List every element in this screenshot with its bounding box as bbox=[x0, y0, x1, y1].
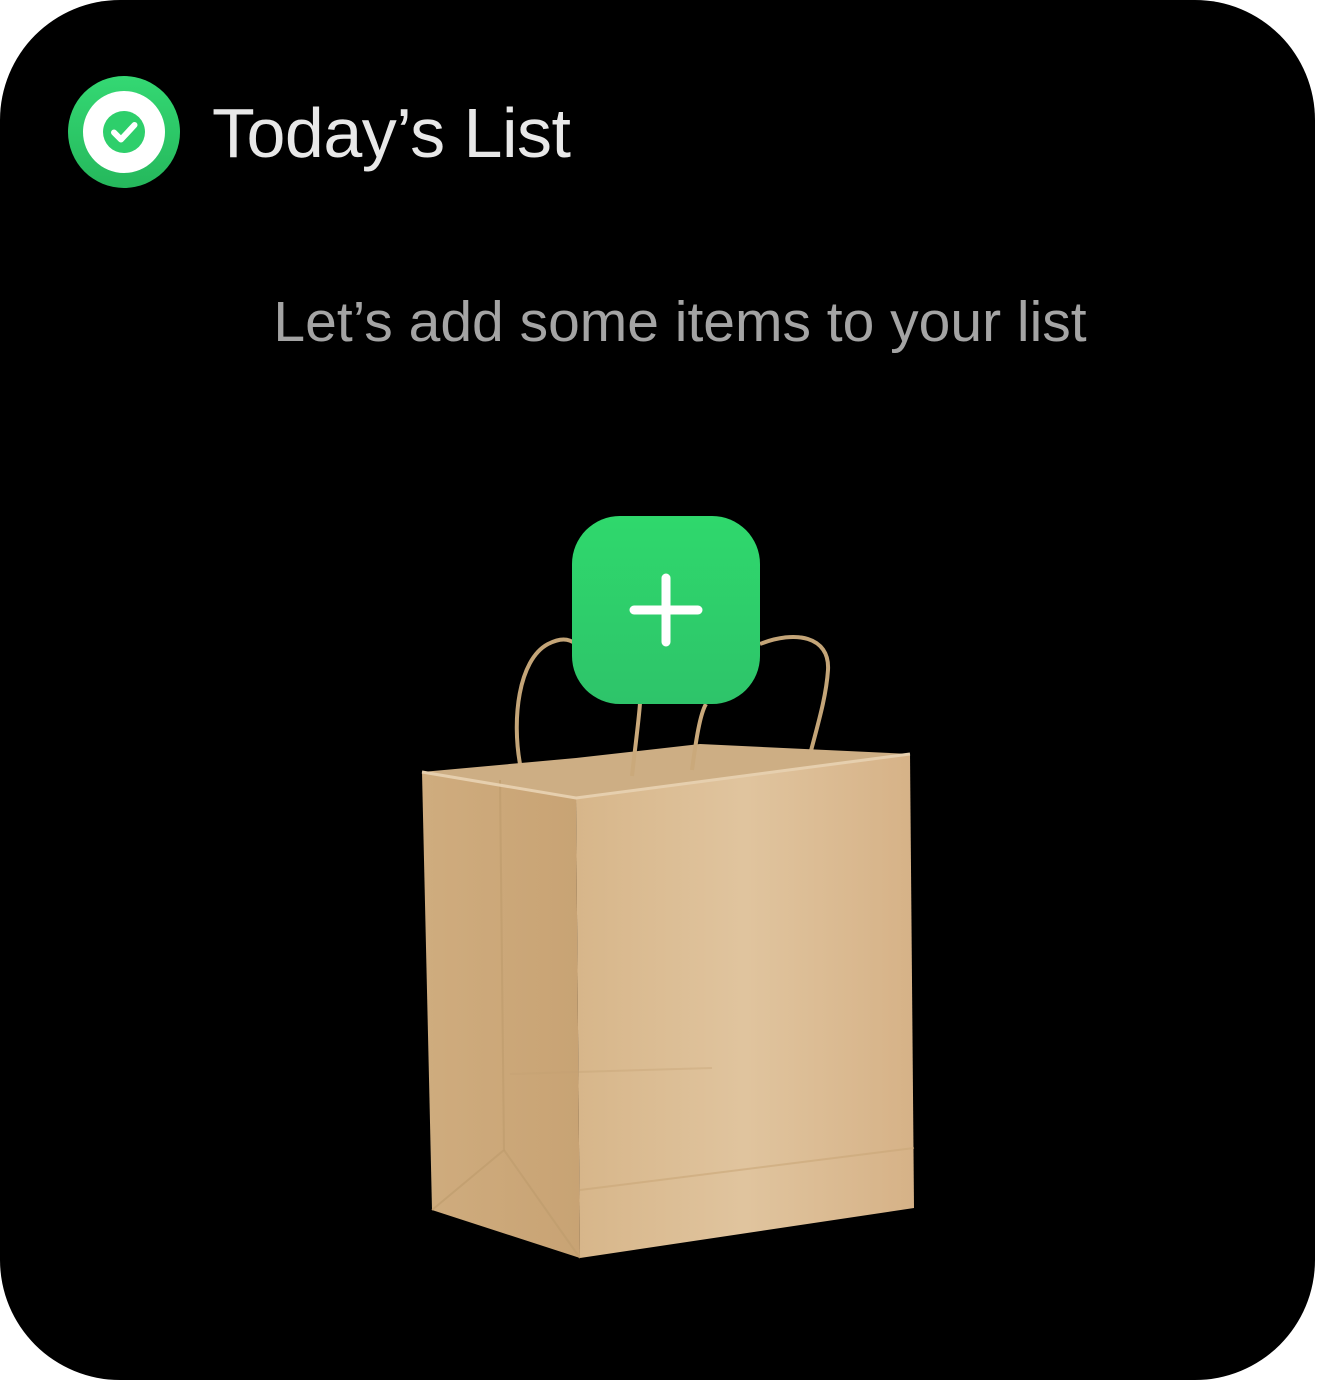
empty-state-message: Let’s add some items to your list bbox=[273, 290, 1087, 354]
shopping-bag-illustration bbox=[421, 635, 915, 1259]
add-item-button[interactable] bbox=[572, 516, 760, 704]
widget-title: Today’s List bbox=[212, 94, 571, 172]
plus-icon bbox=[629, 573, 703, 647]
widget-header: Today’s List bbox=[68, 76, 571, 188]
todays-list-widget: Today’s List Let’s add some items to you… bbox=[0, 0, 1315, 1380]
checkmark-circle-icon bbox=[68, 76, 180, 188]
